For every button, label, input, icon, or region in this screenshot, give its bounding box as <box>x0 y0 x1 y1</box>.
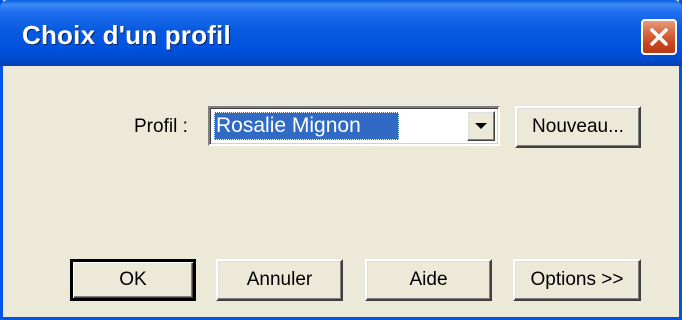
chevron-down-icon <box>475 123 487 129</box>
profile-select-value[interactable]: Rosalie Mignon <box>214 112 399 140</box>
cancel-button[interactable]: Annuler <box>216 259 343 301</box>
title-bar[interactable]: Choix d'un profil <box>0 0 682 66</box>
ok-button[interactable]: OK <box>70 259 196 301</box>
window-title: Choix d'un profil <box>22 20 231 50</box>
new-profile-button[interactable]: Nouveau... <box>515 106 641 148</box>
help-button[interactable]: Aide <box>365 259 492 301</box>
profile-select[interactable]: Rosalie Mignon <box>208 106 500 146</box>
dialog-window: Choix d'un profil Profil : Rosalie Migno… <box>0 0 682 320</box>
options-button[interactable]: Options >> <box>513 259 641 301</box>
close-icon <box>650 28 668 46</box>
profile-dropdown-button[interactable] <box>467 111 495 141</box>
close-button[interactable] <box>641 19 677 55</box>
profile-label: Profil : <box>134 116 188 137</box>
